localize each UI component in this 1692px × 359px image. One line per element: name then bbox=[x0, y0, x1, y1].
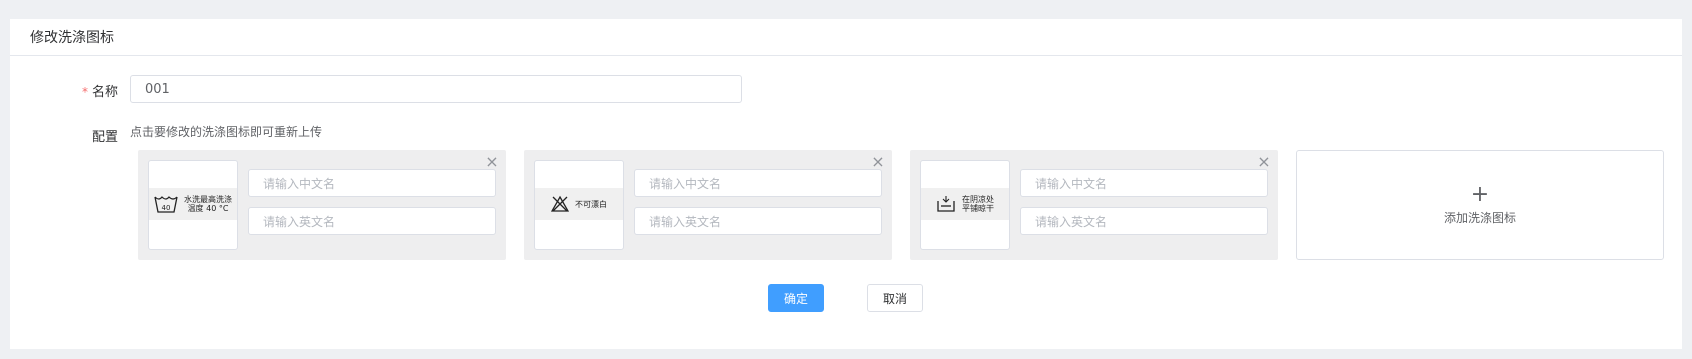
cancel-button[interactable]: 取消 bbox=[867, 284, 923, 312]
no-bleach-icon bbox=[551, 195, 569, 212]
icon-caption-line2: 平铺晾干 bbox=[962, 204, 994, 213]
icon-caption-line1: 在阴凉处 bbox=[962, 195, 994, 204]
add-wash-icon-button[interactable]: + 添加洗涤图标 bbox=[1296, 150, 1664, 260]
name-row: * 名称 001 bbox=[10, 75, 1682, 103]
chinese-name-placeholder: 请输入中文名 bbox=[1035, 176, 1108, 191]
plus-icon: + bbox=[1470, 181, 1490, 207]
page-title: 修改洗涤图标 bbox=[30, 30, 114, 46]
name-label-text: 名称 bbox=[91, 85, 118, 100]
english-name-input[interactable]: 请输入英文名 bbox=[634, 207, 882, 235]
icon-caption-line2: 温度 40 °C bbox=[187, 204, 229, 213]
config-label: 配置 bbox=[91, 130, 118, 145]
icon-caption-line1: 不可漂白 bbox=[575, 199, 607, 209]
close-icon[interactable]: × bbox=[1256, 154, 1272, 170]
name-input-value: 001 bbox=[145, 81, 170, 97]
chinese-name-input[interactable]: 请输入中文名 bbox=[248, 169, 496, 197]
wash-icon-card: × 40 水洗最高洗涤 温度 40 °C 请输入中文名 请输入英文名 bbox=[138, 150, 506, 260]
wash-icon-thumbnail[interactable]: 40 水洗最高洗涤 温度 40 °C bbox=[148, 160, 238, 250]
chinese-name-input[interactable]: 请输入中文名 bbox=[634, 169, 882, 197]
close-icon[interactable]: × bbox=[870, 154, 886, 170]
dry-flat-shade-icon bbox=[937, 196, 955, 212]
edit-wash-icon-panel: 修改洗涤图标 * 名称 001 配置 点击要修改的洗涤图标即可重新上传 × 40 … bbox=[10, 19, 1682, 349]
add-wash-icon-label: 添加洗涤图标 bbox=[1443, 210, 1516, 225]
name-label: * 名称 bbox=[82, 81, 118, 100]
wash-icon-thumbnail[interactable]: 在阴凉处 平铺晾干 bbox=[920, 160, 1010, 250]
english-name-input[interactable]: 请输入英文名 bbox=[248, 207, 496, 235]
english-name-input[interactable]: 请输入英文名 bbox=[1020, 207, 1268, 235]
panel-header: 修改洗涤图标 bbox=[10, 19, 1682, 56]
required-mark: * bbox=[81, 85, 88, 99]
english-name-placeholder: 请输入英文名 bbox=[263, 214, 336, 229]
close-icon[interactable]: × bbox=[484, 154, 500, 170]
chinese-name-input[interactable]: 请输入中文名 bbox=[1020, 169, 1268, 197]
name-input[interactable]: 001 bbox=[130, 75, 742, 103]
wash-40-icon-number: 40 bbox=[162, 204, 171, 212]
config-hint: 点击要修改的洗涤图标即可重新上传 bbox=[130, 125, 323, 139]
chinese-name-placeholder: 请输入中文名 bbox=[263, 176, 336, 191]
chinese-name-placeholder: 请输入中文名 bbox=[649, 176, 722, 191]
confirm-button[interactable]: 确定 bbox=[768, 284, 824, 312]
icon-caption-line1: 水洗最高洗涤 bbox=[184, 195, 232, 204]
wash-icon-thumbnail[interactable]: 不可漂白 bbox=[534, 160, 624, 250]
wash-40-icon: 40 bbox=[154, 196, 178, 213]
english-name-placeholder: 请输入英文名 bbox=[1035, 214, 1108, 229]
wash-icon-card: × 不可漂白 请输入中文名 请输入英文名 bbox=[524, 150, 892, 260]
english-name-placeholder: 请输入英文名 bbox=[649, 214, 722, 229]
wash-icon-card: × 在阴凉处 平铺晾干 请输入中文名 请输入英文名 bbox=[910, 150, 1278, 260]
